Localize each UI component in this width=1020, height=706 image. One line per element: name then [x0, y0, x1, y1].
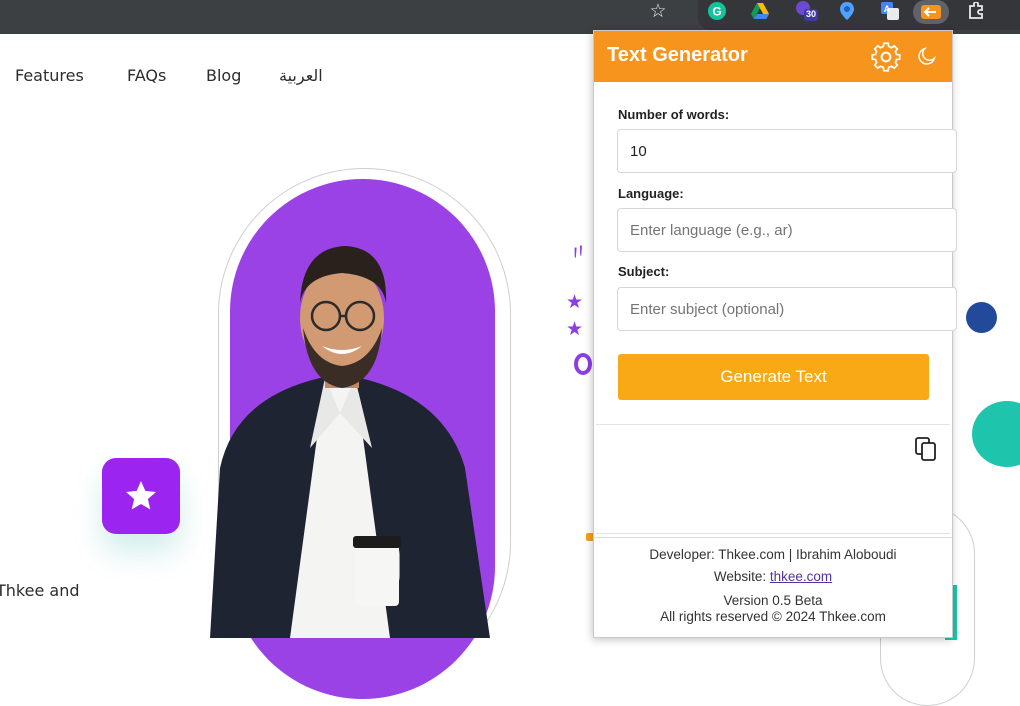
grammarly-icon[interactable]: G [703, 0, 731, 22]
text-generator-extension-icon[interactable] [913, 0, 949, 24]
extension-badge: 30 [806, 9, 817, 19]
version-text: Version 0.5 Beta [723, 593, 823, 608]
decorative-blue-dot [966, 302, 997, 333]
puzzle-extensions-icon[interactable] [962, 0, 990, 22]
copy-icon[interactable] [914, 436, 938, 462]
language-input[interactable] [617, 208, 957, 252]
svg-text:A: A [884, 4, 891, 14]
decorative-star-icon: ★ [566, 292, 584, 313]
star-badge-tile [102, 458, 180, 534]
subject-input[interactable] [617, 287, 957, 331]
popup-title: Text Generator [607, 44, 748, 66]
language-label: Language: [618, 186, 684, 201]
developer-credit: Developer: Thkee.com | Ibrahim Aloboudi [649, 547, 897, 562]
copyright-text: All rights reserved © 2024 Thkee.com [660, 609, 886, 624]
location-pin-icon[interactable] [833, 0, 861, 22]
words-label: Number of words: [618, 107, 730, 122]
decorative-swirl-icon [574, 353, 592, 375]
svg-text:G: G [712, 5, 721, 19]
star-icon [126, 481, 156, 510]
nav-link-blog[interactable]: Blog [206, 66, 241, 85]
settings-gear-icon[interactable] [871, 42, 901, 72]
hero-person-image [190, 238, 500, 638]
output-text-area[interactable] [596, 424, 950, 534]
translate-icon[interactable]: A [876, 0, 904, 22]
nav-link-arabic[interactable]: العربية [279, 66, 323, 85]
website-link[interactable]: thkee.com [770, 569, 832, 584]
decorative-dash-icon: 〃 [565, 239, 593, 267]
popup-header: Text Generator [594, 31, 952, 82]
website-line: Website: thkee.com [594, 569, 952, 584]
hero-partial-text: Thkee and [0, 581, 80, 600]
dark-mode-moon-icon[interactable] [916, 45, 938, 67]
google-drive-icon[interactable] [746, 0, 774, 22]
nav-link-features[interactable]: Features [15, 66, 84, 85]
nav-link-faqs[interactable]: FAQs [127, 66, 166, 85]
text-generator-popup: Text Generator Number of words: Language… [593, 30, 957, 638]
generate-text-button[interactable]: Generate Text [618, 354, 929, 400]
subject-label: Subject: [618, 264, 670, 279]
popup-footer: Developer: Thkee.com | Ibrahim Aloboudi … [594, 537, 952, 637]
bookmark-star-icon[interactable]: ☆ [644, 0, 672, 22]
decorative-teal-circle [972, 401, 1020, 467]
words-input[interactable] [617, 129, 957, 173]
calendar-badge-icon[interactable]: 30 [793, 0, 821, 22]
website-label: Website: [713, 569, 770, 584]
decorative-star-icon: ★ [566, 319, 584, 340]
